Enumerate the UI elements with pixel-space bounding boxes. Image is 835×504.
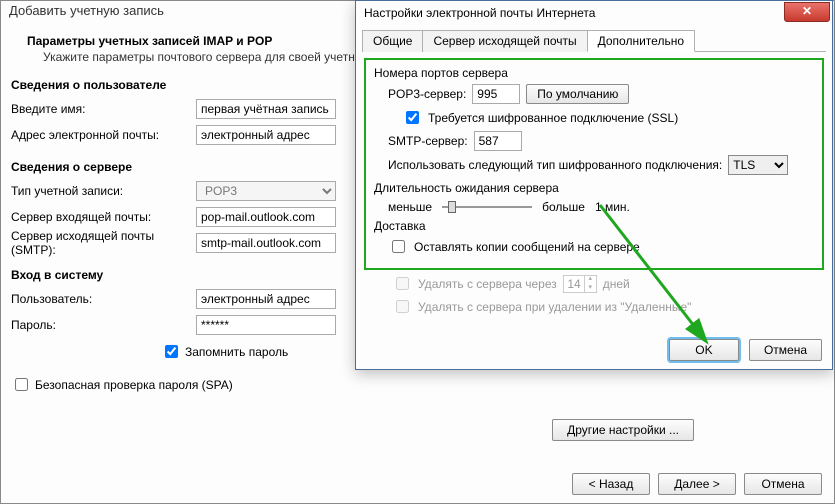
- delete-after-days-stepper: 14 ▴▾: [563, 275, 597, 293]
- other-settings-button[interactable]: Другие настройки ...: [552, 419, 694, 441]
- ssl-label: Требуется шифрованное подключение (SSL): [428, 111, 678, 125]
- remember-password-checkbox[interactable]: [165, 345, 178, 358]
- account-type-label: Тип учетной записи:: [11, 184, 196, 198]
- outgoing-label: Сервер исходящей почты (SMTP):: [11, 229, 196, 257]
- timeout-more-label: больше: [542, 200, 585, 214]
- chevron-down-icon: ▾: [584, 284, 596, 293]
- timeout-less-label: меньше: [388, 200, 432, 214]
- tab-general[interactable]: Общие: [362, 30, 423, 52]
- close-icon: ✕: [802, 4, 812, 18]
- timeout-value: 1 мин.: [595, 200, 630, 214]
- ports-group-label: Номера портов сервера: [374, 66, 814, 80]
- pop3-port-input[interactable]: [472, 84, 520, 104]
- next-button[interactable]: Далее >: [658, 473, 736, 495]
- email-input[interactable]: [196, 125, 336, 145]
- back-button[interactable]: < Назад: [572, 473, 650, 495]
- cancel-button[interactable]: Отмена: [744, 473, 822, 495]
- ok-button[interactable]: OK: [669, 339, 739, 361]
- highlight-box: Номера портов сервера POP3-сервер: По ум…: [364, 58, 824, 270]
- password-label: Пароль:: [11, 318, 196, 332]
- tab-outgoing[interactable]: Сервер исходящей почты: [422, 30, 587, 52]
- timeout-slider[interactable]: [442, 199, 532, 215]
- leave-copy-checkbox[interactable]: [392, 240, 405, 253]
- name-label: Введите имя:: [11, 102, 196, 116]
- spa-checkbox[interactable]: [15, 378, 28, 391]
- email-settings-dialog: Настройки электронной почты Интернета ✕ …: [355, 0, 833, 370]
- email-label: Адрес электронной почты:: [11, 128, 196, 142]
- delete-deleted-checkbox: [396, 300, 409, 313]
- tab-advanced[interactable]: Дополнительно: [587, 30, 695, 52]
- incoming-input[interactable]: [196, 207, 336, 227]
- spa-label: Безопасная проверка пароля (SPA): [35, 378, 233, 392]
- encryption-select[interactable]: TLS: [728, 155, 788, 175]
- ssl-checkbox[interactable]: [406, 111, 419, 124]
- name-input[interactable]: [196, 99, 336, 119]
- smtp-port-input[interactable]: [474, 131, 522, 151]
- smtp-label: SMTP-сервер:: [388, 134, 468, 148]
- chevron-up-icon: ▴: [584, 275, 596, 284]
- delete-after-checkbox: [396, 277, 409, 290]
- delivery-group-label: Доставка: [374, 219, 814, 233]
- timeout-group-label: Длительность ожидания сервера: [374, 181, 814, 195]
- close-button[interactable]: ✕: [784, 2, 830, 22]
- leave-copy-label: Оставлять копии сообщений на сервере: [414, 240, 640, 254]
- dialog-cancel-button[interactable]: Отмена: [749, 339, 822, 361]
- account-type-select[interactable]: POP3: [196, 181, 336, 201]
- remember-password-label: Запомнить пароль: [185, 345, 288, 359]
- password-input[interactable]: [196, 315, 336, 335]
- incoming-label: Сервер входящей почты:: [11, 210, 196, 224]
- user-label: Пользователь:: [11, 292, 196, 306]
- user-input[interactable]: [196, 289, 336, 309]
- dialog-title: Настройки электронной почты Интернета: [364, 6, 595, 20]
- delete-after-unit: дней: [603, 277, 630, 291]
- pop3-label: POP3-сервер:: [388, 87, 466, 101]
- delete-deleted-label: Удалять с сервера при удалении из "Удале…: [418, 300, 691, 314]
- defaults-button[interactable]: По умолчанию: [526, 84, 629, 104]
- outgoing-input[interactable]: [196, 233, 336, 253]
- encryption-label: Использовать следующий тип шифрованного …: [388, 158, 722, 172]
- delete-after-label: Удалять с сервера через: [418, 277, 557, 291]
